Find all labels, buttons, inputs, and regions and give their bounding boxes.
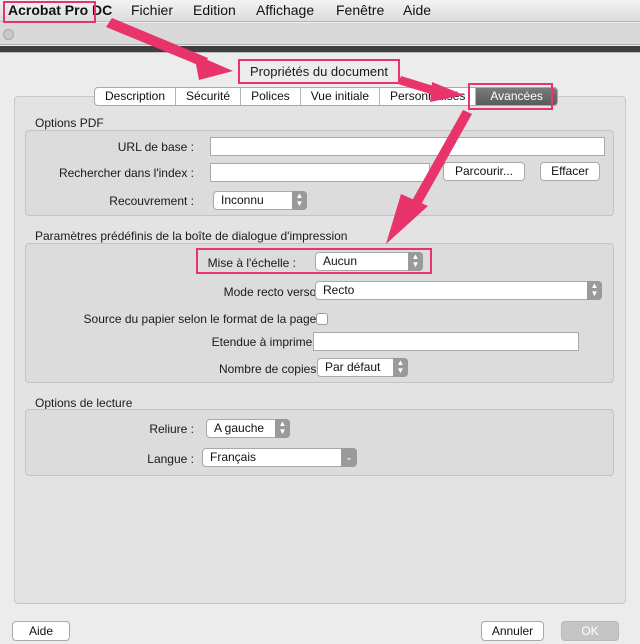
base-url-input[interactable] [210,137,605,156]
reading-options-title: Options de lecture [35,396,133,410]
dialog-title: Propriétés du document [249,64,389,79]
menu-fenetre[interactable]: Fenêtre [336,2,384,18]
browse-button[interactable]: Parcourir... [443,162,525,181]
language-select[interactable]: Français ⌄ [202,448,357,467]
binding-label: Reliure : [149,422,194,436]
tab-securite[interactable]: Sécurité [176,88,242,105]
dialog-title-highlight: Propriétés du document [238,59,400,84]
stepper-icon: ▲ ▼ [587,281,602,300]
paper-source-checkbox[interactable] [316,313,328,325]
binding-value: A gauche [214,421,265,435]
paper-source-label: Source du papier selon le format de la p… [83,312,323,326]
copies-value: Par défaut [325,360,381,374]
menu-bar: Acrobat Pro DC Fichier Edition Affichage… [0,0,640,22]
copies-label: Nombre de copies : [218,362,323,376]
scaling-highlight [196,248,432,274]
menu-affichage[interactable]: Affichage [256,2,314,18]
tab-personnalises[interactable]: Personnalisés [380,88,477,105]
tab-vue-initiale[interactable]: Vue initiale [301,88,381,105]
chevron-down-icon: ⌄ [341,448,357,467]
tab-description[interactable]: Description [95,88,177,105]
app-name-highlight [3,1,96,23]
print-presets-title: Paramètres prédéfinis de la boîte de dia… [35,229,348,243]
trapping-value: Inconnu [221,193,264,207]
stepper-icon: ▲ ▼ [292,191,307,210]
search-index-label: Rechercher dans l'index : [58,166,194,180]
ok-button[interactable]: OK [561,621,619,641]
close-window-icon[interactable] [3,29,14,40]
binding-select[interactable]: A gauche ▲ ▼ [206,419,290,438]
trapping-select[interactable]: Inconnu ▲ ▼ [213,191,307,210]
trapping-label: Recouvrement : [109,194,194,208]
stepper-icon: ▲ ▼ [275,419,290,438]
copies-select[interactable]: Par défaut ▲ ▼ [317,358,408,377]
clear-button[interactable]: Effacer [540,162,600,181]
print-range-input[interactable] [313,332,579,351]
search-index-input[interactable] [210,163,430,182]
base-url-label: URL de base : [117,140,194,154]
menu-fichier[interactable]: Fichier [131,2,173,18]
help-button[interactable]: Aide [12,621,70,641]
duplex-label: Mode recto verso : [223,285,323,299]
pdf-options-title: Options PDF [35,116,104,130]
active-tab-highlight [468,83,553,110]
menu-aide[interactable]: Aide [403,2,431,18]
cancel-button[interactable]: Annuler [481,621,544,641]
language-label: Langue : [147,452,194,466]
language-value: Français [210,450,257,464]
duplex-value: Recto [323,283,355,297]
window-titlebar [0,23,640,45]
print-range-label: Etendue à imprimer : [211,335,323,349]
stepper-icon: ▲ ▼ [393,358,408,377]
menu-edition[interactable]: Edition [193,2,236,18]
duplex-select[interactable]: Recto ▲ ▼ [315,281,602,300]
tab-polices[interactable]: Polices [241,88,301,105]
